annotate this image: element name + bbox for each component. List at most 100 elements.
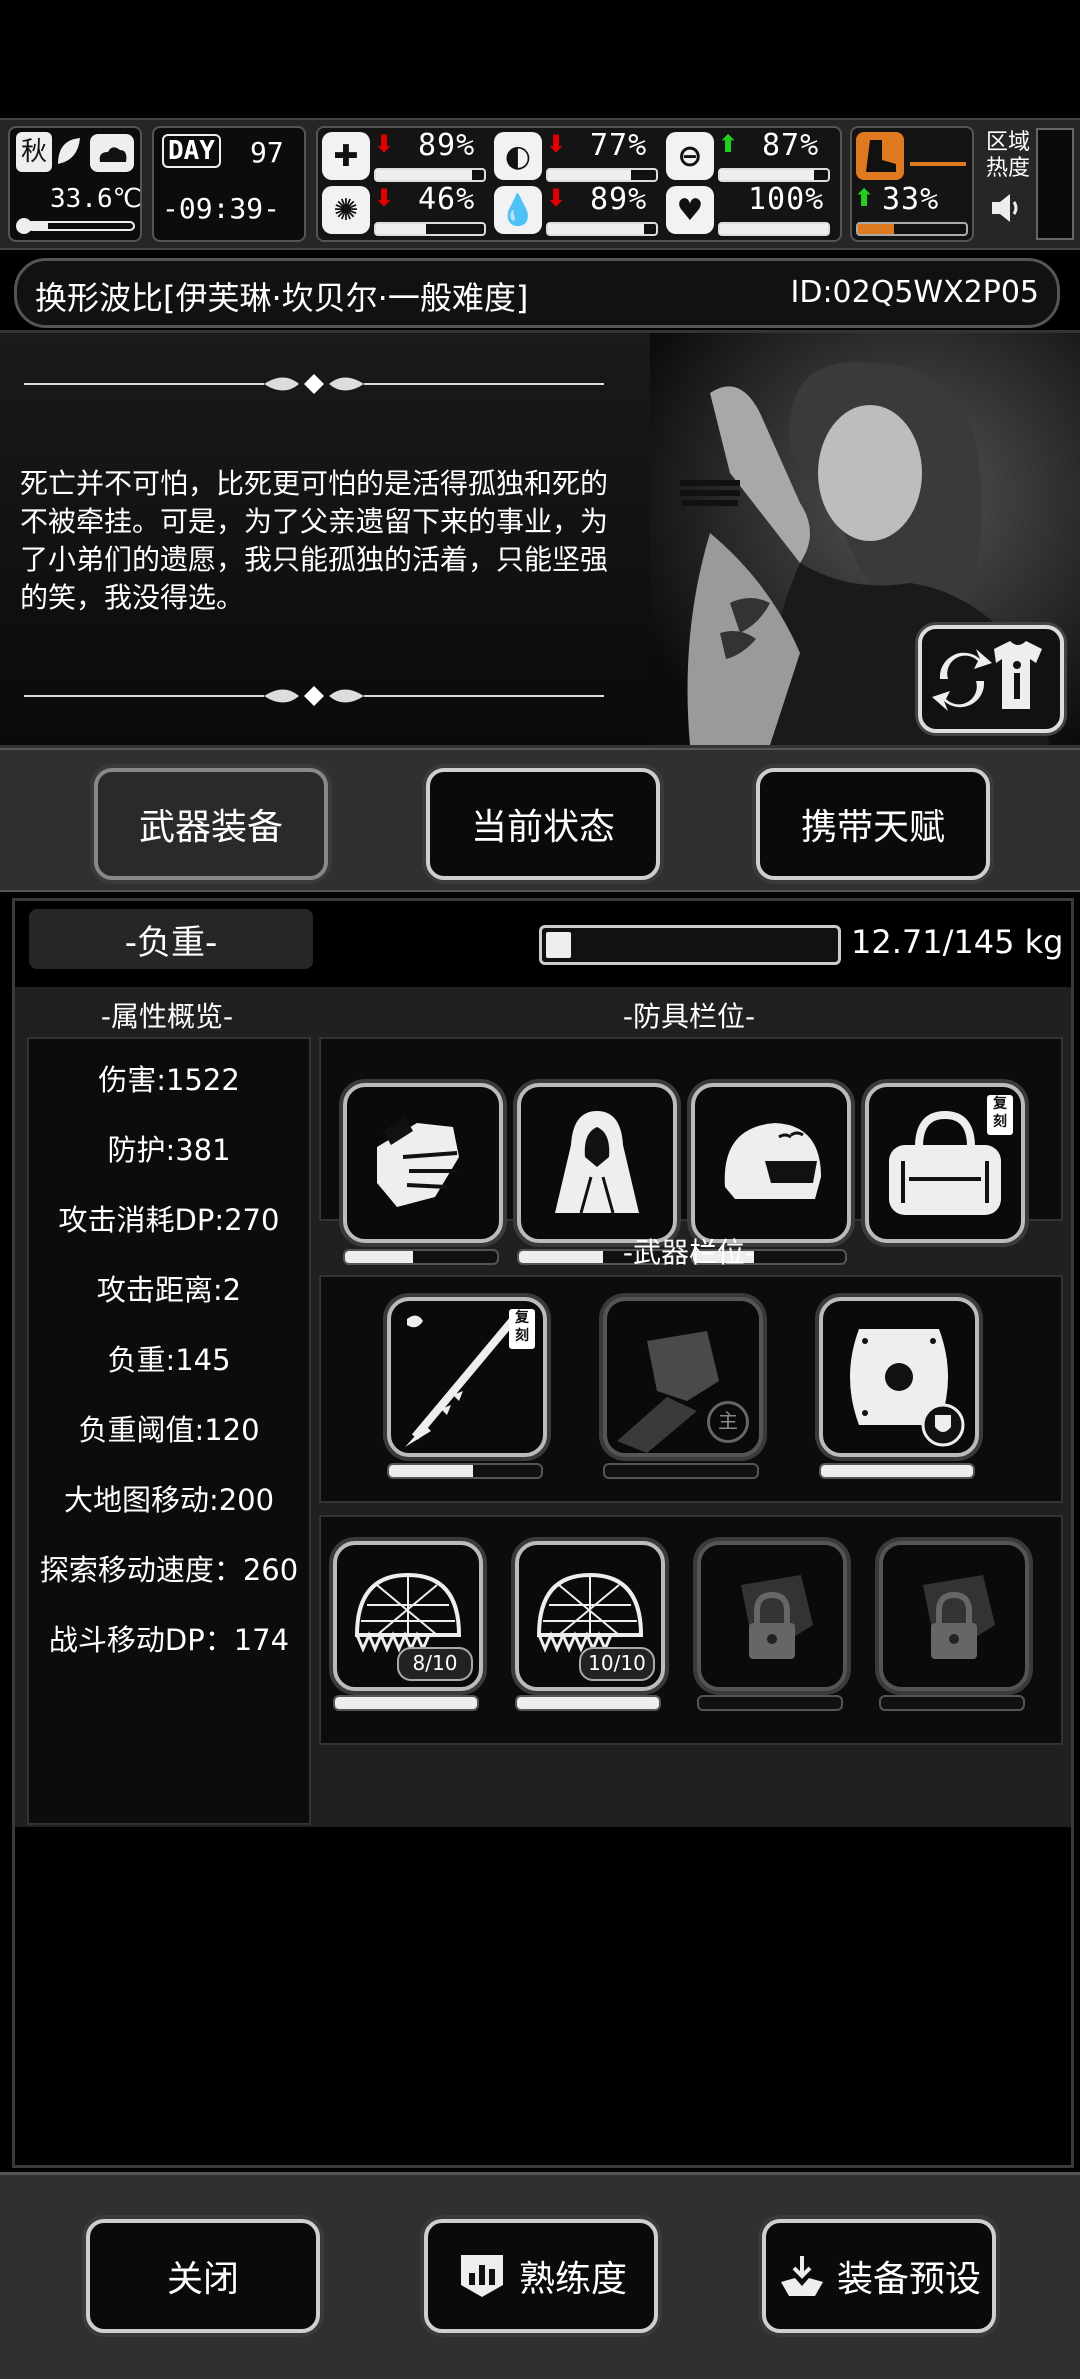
- shield-icon: [850, 1329, 965, 1447]
- stomach-icon: ◐: [494, 132, 542, 180]
- outfit-swap-icon: [932, 641, 1042, 711]
- replica-badge: 复刻: [987, 1095, 1013, 1135]
- weapon-slot-fist[interactable]: 主: [603, 1297, 763, 1457]
- lock-icon: [741, 1575, 813, 1659]
- cloak-icon: [555, 1111, 639, 1214]
- close-button[interactable]: 关闭: [86, 2219, 320, 2333]
- speaker-icon[interactable]: [988, 192, 1024, 224]
- heart-value: 100%: [748, 182, 825, 217]
- armor-slot-gloves[interactable]: [343, 1083, 503, 1243]
- attr-explore-speed: 探索移动速度：260: [39, 1553, 299, 1587]
- equipment-panel: -负重- 12.71/145 kg -属性概览- 伤害:1522 防护:381 …: [12, 898, 1074, 2168]
- trend-up-icon: ⬆: [854, 184, 875, 212]
- attr-damage: 伤害:1522: [98, 1063, 240, 1097]
- close-button-label: 关闭: [166, 2259, 239, 2300]
- spear-durability-bar: [387, 1463, 543, 1479]
- equipment-body: -属性概览- 伤害:1522 防护:381 攻击消耗DP:270 攻击距离:2 …: [15, 987, 1071, 2163]
- consumable-bar-2: [515, 1695, 661, 1711]
- water-drop-icon: 💧: [494, 186, 542, 234]
- heart-bar: [718, 222, 830, 236]
- day-value: 97: [250, 136, 284, 169]
- speed-bar: [856, 222, 968, 236]
- stamina-bar: [718, 168, 830, 182]
- attr-attack-dp-cost: 攻击消耗DP:270: [58, 1203, 280, 1237]
- stats-panel: ✚ ⬇ 89% ◐ ⬇ 77% ⊖ ⬆ 87% ✺ ⬇ 46% 💧 ⬇ 89% …: [316, 126, 842, 242]
- temperature: 33.6℃: [50, 184, 142, 214]
- heart-icon: ♥: [666, 186, 714, 234]
- trend-down-icon: ⬇: [374, 130, 395, 158]
- trend-up-icon: ⬆: [718, 130, 739, 158]
- thirst-bar: [546, 222, 658, 236]
- weight-value: 12.71/145 kg: [851, 923, 1064, 961]
- consumable-slot-locked-2[interactable]: [879, 1541, 1029, 1691]
- attr-weight-threshold: 负重阈值:120: [78, 1413, 260, 1447]
- character-id: ID:02Q5WX2P05: [790, 275, 1040, 310]
- speed-value: 33%: [882, 182, 940, 217]
- weapon-slot-spear[interactable]: 复刻: [387, 1297, 547, 1457]
- consumable-bar-1: [333, 1695, 479, 1711]
- hunger-bar: [546, 168, 658, 182]
- status-bar: 秋 33.6℃ DAY 97 -09:39- ✚ ⬇ 89% ◐ ⬇ 77% ⊖…: [0, 118, 1080, 250]
- attr-carry-weight: 负重:145: [107, 1343, 231, 1377]
- attr-attack-range: 攻击距离:2: [96, 1273, 242, 1307]
- proficiency-button[interactable]: 熟练度: [424, 2219, 658, 2333]
- day-label: DAY: [162, 134, 221, 168]
- weather-panel: 秋 33.6℃: [8, 126, 142, 242]
- character-name: 换形波比[伊芙琳·坎贝尔·一般难度]: [35, 279, 529, 317]
- character-banner: 死亡并不可怕，比死更可怕的是活得孤独和死的不被牵挂。可是，为了父亲遗留下来的事业…: [0, 330, 1080, 748]
- brain-icon: ✺: [322, 186, 370, 234]
- region-heat-label: 区域 热度: [986, 130, 1031, 181]
- ornament-bottom: [24, 686, 604, 706]
- attr-combat-move-dp: 战斗移动DP：174: [48, 1623, 290, 1657]
- attributes-header: -属性概览-: [100, 1000, 234, 1033]
- speed-indicator: [910, 162, 966, 166]
- gloves-icon: [377, 1117, 459, 1207]
- consumable-bar-4: [879, 1695, 1025, 1711]
- shield-durability-bar: [819, 1463, 975, 1479]
- empty-area: [15, 1827, 1071, 2163]
- consumable-bar-3: [697, 1695, 843, 1711]
- ornament-top: [24, 374, 604, 394]
- trend-down-icon: ⬇: [546, 130, 567, 158]
- consumable-slot-2[interactable]: 10/10: [515, 1541, 665, 1691]
- preset-download-icon: [780, 2256, 823, 2296]
- consumable-slot-locked-1[interactable]: [697, 1541, 847, 1691]
- lock-icon: [923, 1575, 995, 1659]
- armor-slots: 复刻: [319, 1037, 1063, 1265]
- change-outfit-button[interactable]: [918, 625, 1064, 733]
- armor-slot-cloak[interactable]: [517, 1083, 677, 1243]
- proficiency-icon: [460, 2255, 503, 2297]
- health-value: 89%: [418, 128, 476, 163]
- weight-bar: [539, 925, 841, 965]
- tab-carried-talents[interactable]: 携带天赋: [756, 768, 990, 880]
- health-bar: [374, 168, 486, 182]
- tab-current-status[interactable]: 当前状态: [426, 768, 660, 880]
- consumable-slot-1[interactable]: 8/10: [333, 1541, 483, 1691]
- tab-weapon-equipment[interactable]: 武器装备: [94, 768, 328, 880]
- helmet-icon: [724, 1123, 821, 1199]
- thirst-value: 89%: [590, 182, 648, 217]
- fist-durability-bar: [603, 1463, 759, 1479]
- stamina-icon: ⊖: [666, 132, 714, 180]
- count-badge: 8/10: [397, 1647, 473, 1681]
- armor-slot-bag[interactable]: 复刻: [865, 1083, 1025, 1243]
- weapon-slot-shield[interactable]: [819, 1297, 979, 1457]
- trend-down-icon: ⬇: [546, 184, 567, 212]
- armor-slot-helmet[interactable]: [691, 1083, 851, 1243]
- armor-header: -防具栏位-: [622, 1000, 756, 1033]
- weight-bar-fill: [546, 932, 571, 958]
- proficiency-button-label: 熟练度: [518, 2259, 627, 2300]
- medkit-icon: ✚: [322, 132, 370, 180]
- season-label: 秋: [16, 132, 52, 172]
- trend-down-icon: ⬇: [374, 184, 395, 212]
- speed-panel: ⬆ 33%: [850, 126, 974, 242]
- equipment-preset-button[interactable]: 装备预设: [762, 2219, 996, 2333]
- weight-label: -负重-: [29, 909, 313, 969]
- mind-value: 46%: [418, 182, 476, 217]
- consumable-slots: 8/10 10/10: [319, 1515, 1063, 1745]
- leaf-icon: [58, 138, 80, 164]
- hunger-value: 77%: [590, 128, 648, 163]
- weapon-slots: 复刻 主: [319, 1275, 1063, 1503]
- thermometer-icon: [16, 218, 135, 234]
- character-title-bar: 换形波比[伊芙琳·坎贝尔·一般难度] ID:02Q5WX2P05: [14, 258, 1060, 328]
